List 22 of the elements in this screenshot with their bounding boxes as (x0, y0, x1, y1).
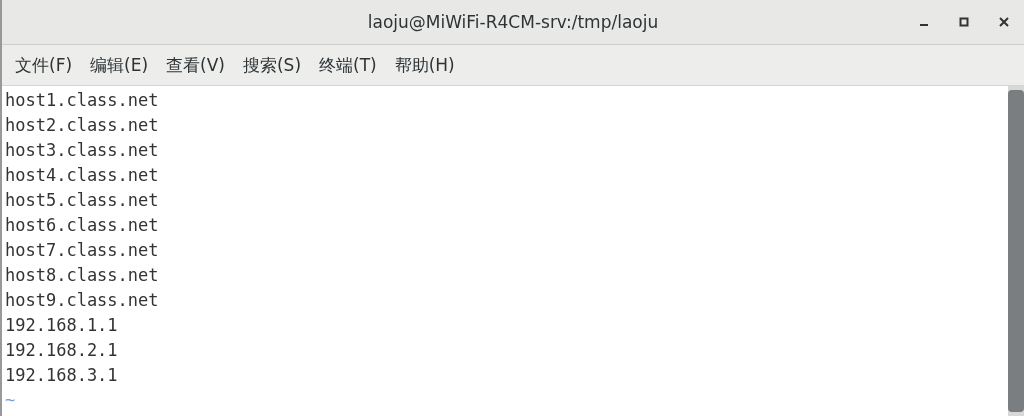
menu-item[interactable]: 查看(V) (157, 49, 234, 81)
text-line: host6.class.net (5, 214, 159, 237)
text-line: host9.class.net (5, 289, 159, 312)
text-line: host3.class.net (5, 139, 159, 162)
text-line: host8.class.net (5, 264, 159, 287)
text-line: host4.class.net (5, 164, 159, 187)
menu-item[interactable]: 编辑(E) (81, 49, 158, 81)
text-line: host5.class.net (5, 189, 159, 212)
text-line: host7.class.net (5, 239, 159, 262)
window-title: laoju@MiWiFi-R4CM-srv:/tmp/laoju (366, 12, 660, 32)
maximize-icon[interactable] (959, 17, 969, 27)
menu-item[interactable]: 搜索(S) (233, 49, 311, 81)
text-line: 192.168.2.1 (5, 339, 118, 362)
menu-item[interactable]: 终端(T) (310, 49, 386, 81)
menu-item[interactable]: 文件(F) (6, 49, 82, 81)
close-icon[interactable] (999, 17, 1009, 27)
text-line: 192.168.1.1 (5, 314, 118, 337)
menu-item[interactable]: 帮助(H) (385, 49, 464, 81)
text-line: host2.class.net (5, 114, 159, 137)
empty-line-marker: ~ (5, 389, 16, 412)
text-line: host1.class.net (5, 89, 159, 112)
text-line: 192.168.3.1 (5, 364, 118, 387)
